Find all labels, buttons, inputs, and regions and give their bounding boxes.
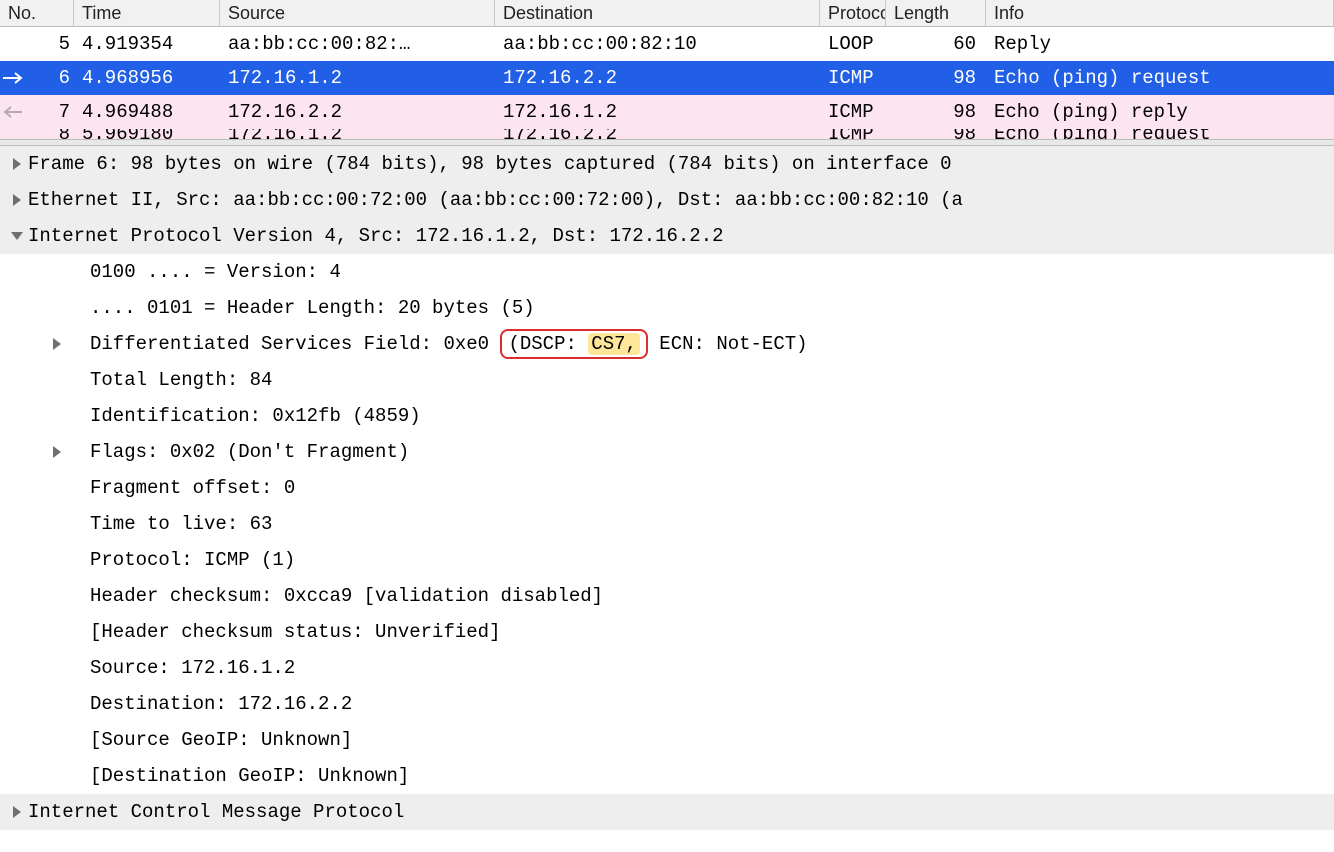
column-header-protocol[interactable]: Protoco xyxy=(820,0,886,26)
expand-toggle-icon[interactable] xyxy=(6,193,28,207)
column-header-source[interactable]: Source xyxy=(220,0,495,26)
cell-protocol: ICMP xyxy=(820,62,886,94)
tree-item-frame[interactable]: Frame 6: 98 bytes on wire (784 bits), 98… xyxy=(0,146,1334,182)
cell-source: 172.16.2.2 xyxy=(220,96,495,128)
cell-time: 5.969180 xyxy=(74,129,220,139)
tree-label: Internet Control Message Protocol xyxy=(28,801,404,823)
tree-item-icmp[interactable]: Internet Control Message Protocol xyxy=(0,794,1334,830)
expand-toggle-icon[interactable] xyxy=(6,157,28,171)
tree-item-ip-dscp[interactable]: Differentiated Services Field: 0xe0 (DSC… xyxy=(0,326,1334,362)
tree-item-ip-destination-geoip[interactable]: [Destination GeoIP: Unknown] xyxy=(0,758,1334,794)
column-header-destination[interactable]: Destination xyxy=(495,0,820,26)
packet-row-selected[interactable]: 6 4.968956 172.16.1.2 172.16.2.2 ICMP 98… xyxy=(0,61,1334,95)
expand-toggle-icon[interactable] xyxy=(46,445,68,459)
tree-label: Ethernet II, Src: aa:bb:cc:00:72:00 (aa:… xyxy=(28,189,963,211)
tree-label: Protocol: ICMP (1) xyxy=(90,549,295,571)
packet-list-header: No. Time Source Destination Protoco Leng… xyxy=(0,0,1334,27)
tree-item-ip[interactable]: Internet Protocol Version 4, Src: 172.16… xyxy=(0,218,1334,254)
tree-item-ip-destination[interactable]: Destination: 172.16.2.2 xyxy=(0,686,1334,722)
tree-label: Internet Protocol Version 4, Src: 172.16… xyxy=(28,225,724,247)
packet-row[interactable]: 7 4.969488 172.16.2.2 172.16.1.2 ICMP 98… xyxy=(0,95,1334,129)
dscp-prefix: Differentiated Services Field: 0xe0 xyxy=(90,333,500,355)
tree-item-ip-source[interactable]: Source: 172.16.1.2 xyxy=(0,650,1334,686)
tree-item-ip-version[interactable]: 0100 .... = Version: 4 xyxy=(0,254,1334,290)
tree-label: Fragment offset: 0 xyxy=(90,477,295,499)
tree-label: Frame 6: 98 bytes on wire (784 bits), 98… xyxy=(28,153,952,175)
cell-length: 98 xyxy=(886,129,986,139)
cell-destination: 172.16.2.2 xyxy=(495,129,820,139)
cell-source: 172.16.1.2 xyxy=(220,62,495,94)
tree-label: [Destination GeoIP: Unknown] xyxy=(90,765,409,787)
cell-length: 60 xyxy=(886,28,986,60)
tree-label: Identification: 0x12fb (4859) xyxy=(90,405,421,427)
tree-label: Source: 172.16.1.2 xyxy=(90,657,295,679)
cell-protocol: LOOP xyxy=(820,28,886,60)
column-header-info[interactable]: Info xyxy=(986,0,1334,26)
tree-item-ip-protocol[interactable]: Protocol: ICMP (1) xyxy=(0,542,1334,578)
tree-item-ip-fragment-offset[interactable]: Fragment offset: 0 xyxy=(0,470,1334,506)
cell-destination: 172.16.1.2 xyxy=(495,96,820,128)
dscp-label: (DSCP: xyxy=(508,333,588,355)
pane-divider[interactable] xyxy=(0,139,1334,146)
packet-list-pane: No. Time Source Destination Protoco Leng… xyxy=(0,0,1334,139)
tree-label: [Source GeoIP: Unknown] xyxy=(90,729,352,751)
tree-item-ip-identification[interactable]: Identification: 0x12fb (4859) xyxy=(0,398,1334,434)
column-header-length[interactable]: Length xyxy=(886,0,986,26)
cell-no: 7 xyxy=(0,96,74,128)
tree-label: Differentiated Services Field: 0xe0 (DSC… xyxy=(90,329,808,360)
tree-label: Time to live: 63 xyxy=(90,513,272,535)
cell-time: 4.968956 xyxy=(74,62,220,94)
dscp-highlight-box: (DSCP: CS7, xyxy=(500,329,647,360)
tree-label: 0100 .... = Version: 4 xyxy=(90,261,341,283)
expand-toggle-icon[interactable] xyxy=(6,805,28,819)
cell-source: aa:bb:cc:00:82:… xyxy=(220,28,495,60)
cell-no: 5 xyxy=(0,28,74,60)
tree-item-ip-ttl[interactable]: Time to live: 63 xyxy=(0,506,1334,542)
tree-item-ip-total-length[interactable]: Total Length: 84 xyxy=(0,362,1334,398)
cell-no: 6 xyxy=(0,62,74,94)
sent-arrow-icon xyxy=(2,70,24,86)
tree-item-ip-checksum[interactable]: Header checksum: 0xcca9 [validation disa… xyxy=(0,578,1334,614)
packet-row[interactable]: 8 5.969180 172.16.1.2 172.16.2.2 ICMP 98… xyxy=(0,129,1334,139)
tree-item-ip-checksum-status[interactable]: [Header checksum status: Unverified] xyxy=(0,614,1334,650)
tree-label: Flags: 0x02 (Don't Fragment) xyxy=(90,441,409,463)
cell-length: 98 xyxy=(886,62,986,94)
received-arrow-icon xyxy=(2,104,24,120)
tree-label: [Header checksum status: Unverified] xyxy=(90,621,500,643)
tree-label: Header checksum: 0xcca9 [validation disa… xyxy=(90,585,603,607)
tree-item-ethernet[interactable]: Ethernet II, Src: aa:bb:cc:00:72:00 (aa:… xyxy=(0,182,1334,218)
cell-protocol: ICMP xyxy=(820,96,886,128)
cell-info: Reply xyxy=(986,28,1334,60)
cell-destination: 172.16.2.2 xyxy=(495,62,820,94)
column-header-no[interactable]: No. xyxy=(0,0,74,26)
cell-time: 4.919354 xyxy=(74,28,220,60)
cell-length: 98 xyxy=(886,96,986,128)
packet-row[interactable]: 5 4.919354 aa:bb:cc:00:82:… aa:bb:cc:00:… xyxy=(0,27,1334,61)
cell-destination: aa:bb:cc:00:82:10 xyxy=(495,28,820,60)
cell-protocol: ICMP xyxy=(820,129,886,139)
cell-no-text: 7 xyxy=(59,101,70,123)
expand-toggle-icon[interactable] xyxy=(46,337,68,351)
cell-time: 4.969488 xyxy=(74,96,220,128)
cell-info: Echo (ping) request xyxy=(986,62,1334,94)
cell-no-text: 6 xyxy=(59,67,70,89)
collapse-toggle-icon[interactable] xyxy=(6,230,28,242)
tree-item-ip-flags[interactable]: Flags: 0x02 (Don't Fragment) xyxy=(0,434,1334,470)
tree-label: .... 0101 = Header Length: 20 bytes (5) xyxy=(90,297,535,319)
dscp-value-highlight: CS7, xyxy=(588,333,640,355)
cell-info: Echo (ping) request xyxy=(986,129,1334,139)
packet-details-pane: Frame 6: 98 bytes on wire (784 bits), 98… xyxy=(0,146,1334,830)
column-header-time[interactable]: Time xyxy=(74,0,220,26)
tree-label: Total Length: 84 xyxy=(90,369,272,391)
tree-item-ip-source-geoip[interactable]: [Source GeoIP: Unknown] xyxy=(0,722,1334,758)
cell-info: Echo (ping) reply xyxy=(986,96,1334,128)
dscp-suffix: ECN: Not-ECT) xyxy=(648,333,808,355)
tree-label: Destination: 172.16.2.2 xyxy=(90,693,352,715)
tree-item-ip-header-length[interactable]: .... 0101 = Header Length: 20 bytes (5) xyxy=(0,290,1334,326)
cell-no: 8 xyxy=(0,129,74,139)
cell-source: 172.16.1.2 xyxy=(220,129,495,139)
